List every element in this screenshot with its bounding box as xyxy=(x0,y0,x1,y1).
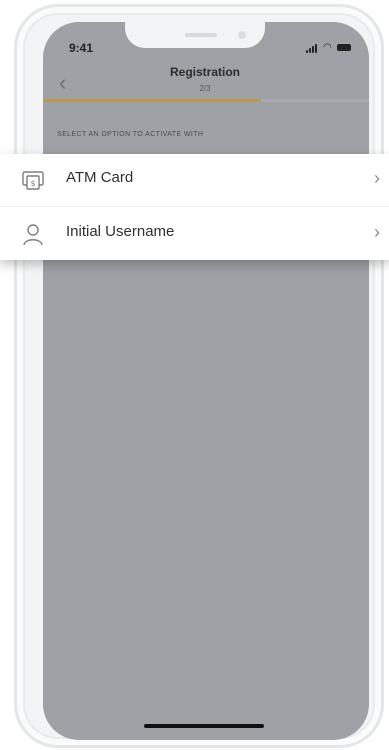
user-icon xyxy=(23,224,43,246)
back-chevron-icon[interactable]: ‹ xyxy=(59,72,66,94)
wifi-icon: ◠ xyxy=(323,42,332,53)
page-title: Registration xyxy=(169,65,240,79)
status-icons: ◠ xyxy=(306,43,354,53)
progress-fill xyxy=(43,99,261,102)
step-indicator: 2/3 xyxy=(199,84,211,93)
section-label: SELECT AN OPTION TO ACTIVATE WITH xyxy=(57,131,204,138)
front-camera xyxy=(238,31,246,39)
chevron-right-icon: › xyxy=(374,222,380,242)
option-card: $ ATM Card › Initial Username › xyxy=(0,154,389,260)
speaker-grille xyxy=(185,33,217,37)
status-time: 9:41 xyxy=(69,41,94,55)
option-atm-card[interactable]: $ ATM Card › xyxy=(0,154,389,207)
svg-text:$: $ xyxy=(30,179,35,188)
chevron-right-icon: › xyxy=(374,168,380,188)
screen-overlay xyxy=(43,22,369,740)
home-indicator xyxy=(144,724,264,728)
option-label: Initial Username xyxy=(66,223,175,240)
battery-icon xyxy=(337,44,351,51)
atm-card-icon: $ xyxy=(22,171,44,190)
option-label: ATM Card xyxy=(66,169,134,186)
option-initial-username[interactable]: Initial Username › xyxy=(0,208,389,260)
